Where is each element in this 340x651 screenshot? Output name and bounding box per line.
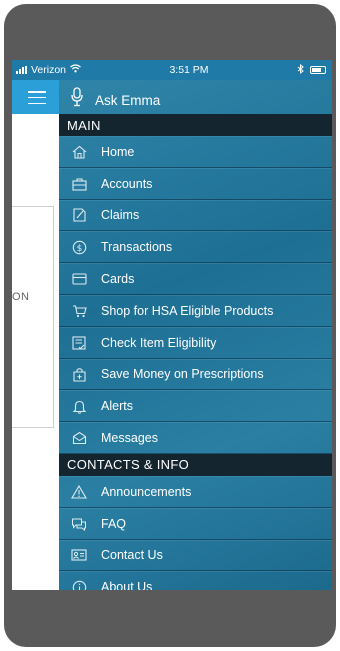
- status-time: 3:51 PM: [169, 64, 209, 76]
- card-icon: [71, 271, 87, 287]
- warning-icon: [71, 484, 87, 500]
- menu-item-label: About Us: [101, 580, 153, 590]
- dollar-circle-icon: $: [71, 239, 87, 255]
- background-app: ON: [12, 80, 59, 590]
- phone-bottom-bezel: [4, 594, 336, 647]
- cart-icon: [71, 303, 87, 319]
- menu-item-save-prescriptions[interactable]: Save Money on Prescriptions: [59, 358, 332, 391]
- hamburger-menu-icon[interactable]: [28, 91, 46, 104]
- menu-item-label: Alerts: [101, 399, 133, 414]
- envelope-icon: [71, 430, 87, 446]
- menu-item-faq[interactable]: FAQ: [59, 507, 332, 540]
- menu-item-label: Announcements: [101, 484, 192, 499]
- menu-item-label: Accounts: [101, 176, 153, 191]
- menu-item-label: Save Money on Prescriptions: [101, 367, 264, 382]
- menu-item-cards[interactable]: Cards: [59, 263, 332, 295]
- carrier-label: Verizon: [31, 64, 67, 76]
- menu-item-alerts[interactable]: Alerts: [59, 390, 332, 423]
- info-icon: [71, 579, 87, 590]
- status-bar: Verizon 3:51 PM: [12, 60, 332, 80]
- menu-item-label: FAQ: [101, 516, 127, 531]
- background-card-text: ON: [12, 291, 30, 303]
- menu-item-claims[interactable]: Claims: [59, 199, 332, 232]
- signal-icon: [16, 66, 27, 74]
- menu-item-contact-us[interactable]: Contact Us: [59, 539, 332, 572]
- svg-text:$: $: [76, 244, 82, 254]
- briefcase-icon: [71, 176, 87, 192]
- menu-item-accounts[interactable]: Accounts: [59, 167, 332, 200]
- home-icon: [71, 144, 87, 160]
- menu-item-shop-hsa[interactable]: Shop for HSA Eligible Products: [59, 294, 332, 327]
- menu-item-announcements[interactable]: Announcements: [59, 475, 332, 508]
- menu-item-label: Cards: [101, 272, 135, 287]
- background-topbar: [12, 80, 59, 114]
- side-menu: Ask Emma MAIN Home Accounts Claims $ Tra…: [59, 80, 332, 590]
- bell-icon: [71, 398, 87, 414]
- ask-emma-button[interactable]: Ask Emma: [59, 80, 332, 114]
- menu-item-check-eligibility[interactable]: Check Item Eligibility: [59, 326, 332, 359]
- microphone-icon: [71, 87, 83, 107]
- checklist-icon: [71, 335, 87, 351]
- wifi-icon: [70, 64, 81, 76]
- battery-icon: [309, 66, 326, 74]
- menu-item-label: Transactions: [101, 240, 173, 255]
- bluetooth-icon: [297, 63, 304, 77]
- menu-item-home[interactable]: Home: [59, 136, 332, 168]
- menu-item-label: Shop for HSA Eligible Products: [101, 303, 274, 318]
- section-header-main: MAIN: [59, 114, 332, 136]
- menu-item-label: Messages: [101, 431, 158, 446]
- claims-icon: [71, 207, 87, 223]
- menu-item-label: Home: [101, 144, 135, 159]
- menu-item-label: Contact Us: [101, 548, 163, 563]
- chat-icon: [71, 516, 87, 532]
- menu-item-transactions[interactable]: $ Transactions: [59, 231, 332, 264]
- background-card: ON: [12, 206, 54, 428]
- screen: Verizon 3:51 PM ON Ask Emma MAIN Home Ac…: [12, 60, 332, 590]
- menu-item-label: Check Item Eligibility: [101, 335, 217, 350]
- menu-item-messages[interactable]: Messages: [59, 422, 332, 454]
- menu-item-label: Claims: [101, 208, 140, 223]
- contact-card-icon: [71, 547, 87, 563]
- section-header-contacts-info: CONTACTS & INFO: [59, 453, 332, 476]
- prescription-bag-icon: [71, 366, 87, 382]
- menu-item-about-us[interactable]: About Us: [59, 571, 332, 590]
- ask-emma-label: Ask Emma: [95, 92, 161, 108]
